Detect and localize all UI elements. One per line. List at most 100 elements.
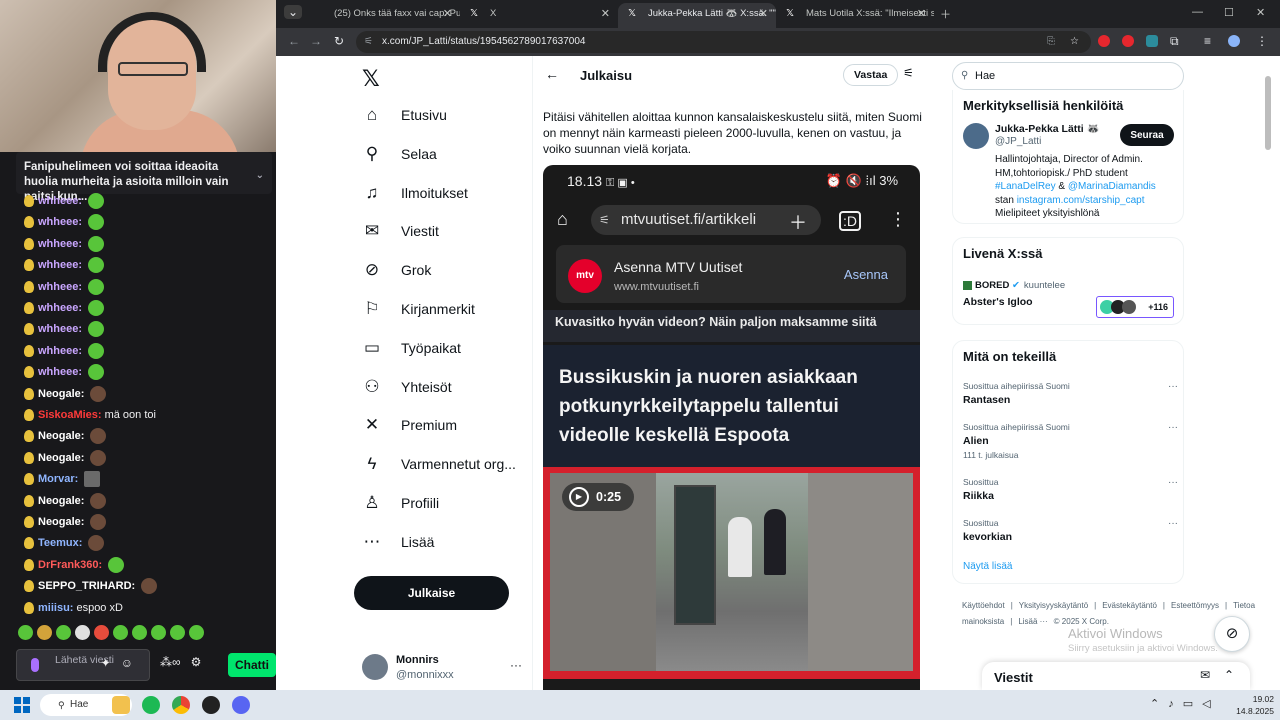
- new-message-icon[interactable]: ✉: [1200, 668, 1210, 682]
- nav-item-profile[interactable]: ♙ Profiili: [362, 489, 439, 517]
- show-more-link[interactable]: Näytä lisää: [963, 561, 1012, 572]
- messages-drawer[interactable]: Viestit ✉ ⌃: [982, 662, 1250, 690]
- install-app-icon[interactable]: ⎘: [1047, 31, 1055, 53]
- nav-item-home[interactable]: ⌂ Etusivu: [362, 101, 447, 129]
- emote-icon[interactable]: [132, 625, 147, 640]
- avatar[interactable]: [963, 123, 989, 149]
- nav-item-more[interactable]: ⋯ Lisää: [362, 528, 435, 556]
- chat-username[interactable]: DrFrank360:: [38, 559, 102, 571]
- chat-username[interactable]: whheee:: [38, 195, 82, 207]
- chevron-up-icon[interactable]: ⌃: [1150, 698, 1168, 710]
- extension-icon[interactable]: [1146, 35, 1158, 47]
- chat-username[interactable]: miiisu:: [38, 602, 73, 614]
- mic-icon[interactable]: ♪: [1168, 698, 1183, 710]
- expand-icon[interactable]: ⌃: [1224, 668, 1234, 682]
- extension-icon[interactable]: [1122, 35, 1134, 47]
- grok-icon[interactable]: ⊘: [1214, 616, 1250, 652]
- maximize-icon[interactable]: ☐: [1224, 6, 1234, 19]
- minimize-icon[interactable]: —: [1192, 6, 1203, 18]
- close-icon[interactable]: ✕: [443, 3, 452, 25]
- mic-icon[interactable]: [31, 658, 39, 672]
- footer-link[interactable]: Yksityisyyskäytäntö: [1019, 601, 1088, 610]
- chevron-down-icon[interactable]: ⌄: [256, 168, 264, 183]
- settings-gear-icon[interactable]: ⚙: [191, 655, 202, 669]
- footer-link[interactable]: Käyttöehdot: [962, 601, 1005, 610]
- chat-username[interactable]: whheee:: [38, 302, 82, 314]
- nav-item-premium[interactable]: ✕ Premium: [362, 411, 457, 439]
- chat-username[interactable]: Neogale:: [38, 516, 84, 528]
- address-bar[interactable]: ⚟ x.com/JP_Latti/status/1954562789017637…: [356, 31, 1091, 53]
- x-logo-icon[interactable]: 𝕏: [362, 66, 380, 92]
- chat-username[interactable]: Neogale:: [38, 388, 84, 400]
- emote-icon[interactable]: [56, 625, 71, 640]
- trend-item[interactable]: Suosittua Riikka ···: [963, 477, 1178, 502]
- nav-item-jobs[interactable]: ▭ Työpaikat: [362, 334, 461, 362]
- nav-item-notifications[interactable]: ♫ Ilmoitukset: [362, 179, 468, 207]
- windows-start-icon[interactable]: [14, 697, 30, 713]
- tab-search-icon[interactable]: ⌄: [284, 5, 303, 19]
- chat-username[interactable]: whheee:: [38, 281, 82, 293]
- chat-username[interactable]: Morvar:: [38, 473, 78, 485]
- chat-username[interactable]: Neogale:: [38, 452, 84, 464]
- extension-icon[interactable]: [1098, 35, 1110, 47]
- more-icon[interactable]: ···: [1168, 422, 1178, 433]
- chat-username[interactable]: Teemux:: [38, 537, 82, 549]
- obs-icon[interactable]: [202, 696, 220, 714]
- menu-kebab-icon[interactable]: ⋮: [1256, 34, 1268, 48]
- emote-icon[interactable]: [18, 625, 33, 640]
- points-icon[interactable]: ⁂∞: [160, 655, 181, 669]
- footer-link[interactable]: Lisää ···: [1018, 617, 1047, 626]
- profile-handle[interactable]: @JP_Latti: [995, 136, 1041, 147]
- footer-link[interactable]: Esteettömyys: [1171, 601, 1219, 610]
- tab-youtube[interactable]: (25) Onks tää faxx vai cap: Puu ✕: [304, 3, 460, 28]
- network-icon[interactable]: ▭: [1183, 698, 1202, 710]
- close-icon[interactable]: ✕: [601, 3, 610, 25]
- pinned-message[interactable]: Fanipuhelimeen voi soittaa ideaoita huol…: [16, 152, 272, 203]
- tab-x-home[interactable]: 𝕏 X ✕: [460, 3, 618, 28]
- account-switcher[interactable]: Monnirs @monnixxx ···: [362, 654, 522, 688]
- chrome-icon[interactable]: [172, 696, 190, 714]
- trend-item[interactable]: Suosittua kevorkian ···: [963, 518, 1178, 543]
- chat-username[interactable]: SEPPO_TRIHARD:: [38, 580, 135, 592]
- post-image-screenshot[interactable]: 18.13 ⚿ ▣ • ⏰ 🔇 ⁞ıl 3% ⌂ ⚟ mtvuutiset.fi…: [543, 165, 920, 690]
- chat-extra-icons[interactable]: ⁂∞ ⚙: [160, 655, 201, 669]
- close-icon[interactable]: ✕: [759, 3, 768, 25]
- taskbar-clock[interactable]: 19.02 14.8.2025: [1230, 693, 1274, 717]
- emote-icon[interactable]: [37, 625, 52, 640]
- nav-item-messages[interactable]: ✉ Viestit: [362, 217, 439, 245]
- file-explorer-icon[interactable]: [112, 696, 130, 714]
- tab-mats-uotila[interactable]: 𝕏 Mats Uotila X:ssä: "Ilmeisesti si ✕: [776, 3, 934, 28]
- close-icon[interactable]: ✕: [917, 3, 926, 25]
- chat-username[interactable]: whheee:: [38, 323, 82, 335]
- chat-username[interactable]: whheee:: [38, 345, 82, 357]
- close-window-icon[interactable]: ✕: [1256, 6, 1265, 19]
- discord-icon[interactable]: [232, 696, 250, 714]
- bio-url-link[interactable]: instagram.com/starship_capt: [1017, 195, 1145, 206]
- nav-item-bookmarks[interactable]: ⚐ Kirjanmerkit: [362, 295, 475, 323]
- chat-username[interactable]: whheee:: [38, 366, 82, 378]
- emote-icon[interactable]: [170, 625, 185, 640]
- forward-icon[interactable]: →: [310, 34, 322, 48]
- nav-item-grok[interactable]: ⊘ Grok: [362, 256, 431, 284]
- nav-item-communities[interactable]: ⚇ Yhteisöt: [362, 373, 451, 401]
- volume-icon[interactable]: ◁: [1202, 698, 1219, 710]
- chat-username[interactable]: Neogale:: [38, 495, 84, 507]
- chat-username[interactable]: whheee:: [38, 216, 82, 228]
- emote-icon[interactable]: [151, 625, 166, 640]
- bits-icon[interactable]: ✦: [101, 656, 121, 670]
- emote-icon[interactable]: [113, 625, 128, 640]
- reply-button[interactable]: Vastaa: [843, 64, 899, 86]
- chat-username[interactable]: whheee:: [38, 238, 82, 250]
- spotify-icon[interactable]: [142, 696, 160, 714]
- post-button[interactable]: Julkaise: [354, 576, 509, 610]
- mention-link[interactable]: @MarinaDiamandis: [1068, 181, 1156, 192]
- chat-input[interactable]: Lähetä viesti ✦☺: [16, 649, 150, 681]
- profile-avatar-icon[interactable]: [1228, 35, 1240, 47]
- back-icon[interactable]: ←: [288, 34, 300, 48]
- profile-name[interactable]: Jukka-Pekka Lätti 🦝: [995, 122, 1100, 135]
- nav-item-verified-orgs[interactable]: ϟ Varmennetut org...: [362, 450, 516, 478]
- trend-item[interactable]: Suosittua aihepiirissä Suomi Alien 111 t…: [963, 422, 1178, 460]
- more-icon[interactable]: ···: [1168, 477, 1178, 488]
- emote-row[interactable]: [18, 625, 204, 643]
- trend-item[interactable]: Suosittua aihepiirissä Suomi Rantasen ··…: [963, 381, 1178, 406]
